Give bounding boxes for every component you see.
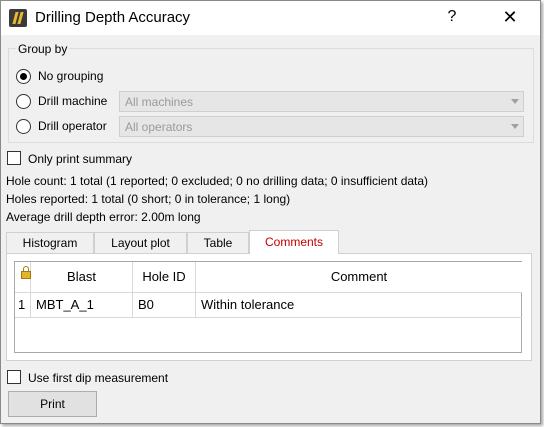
group-by-label: Group by (16, 42, 70, 56)
cell-hole-id[interactable]: B0 (133, 293, 196, 318)
app-logo-icon (9, 9, 27, 27)
use-first-dip-label: Use first dip measurement (28, 371, 169, 385)
help-button[interactable]: ? (437, 7, 467, 27)
avg-error-text: Average drill depth error: 2.00m long (6, 210, 201, 224)
title-bar: Drilling Depth Accuracy ? ✕ (1, 1, 540, 35)
row-index: 1 (15, 293, 31, 318)
chevron-down-icon (511, 124, 519, 129)
comments-table[interactable]: Blast Hole ID Comment 1 MBT_A_1 B0 Withi… (14, 261, 522, 353)
close-button[interactable]: ✕ (495, 7, 525, 27)
window-title: Drilling Depth Accuracy (35, 9, 191, 26)
column-header-hole-id[interactable]: Hole ID (133, 262, 196, 293)
lock-icon (21, 266, 31, 279)
column-header-comment[interactable]: Comment (196, 262, 522, 293)
radio-button[interactable] (16, 69, 31, 84)
column-header-blast[interactable]: Blast (31, 262, 133, 293)
only-print-summary-label: Only print summary (28, 152, 133, 166)
radio-button[interactable] (16, 119, 31, 134)
drill-operator-select-value: All operators (125, 120, 193, 134)
drill-operator-select[interactable]: All operators (119, 116, 524, 137)
tab-histogram[interactable]: Histogram (6, 232, 94, 253)
cell-blast[interactable]: MBT_A_1 (31, 293, 133, 318)
tab-comments[interactable]: Comments (249, 230, 339, 254)
cell-comment[interactable]: Within tolerance (196, 293, 522, 318)
tab-layout-plot[interactable]: Layout plot (94, 232, 187, 253)
drill-machine-select-value: All machines (125, 95, 194, 109)
radio-label: Drill machine (38, 94, 108, 108)
hole-count-text: Hole count: 1 total (1 reported; 0 exclu… (6, 174, 429, 188)
use-first-dip-checkbox[interactable] (7, 370, 21, 384)
dialog-window: Drilling Depth Accuracy ? ✕ Group by No … (0, 0, 541, 424)
radio-button[interactable] (16, 94, 31, 109)
only-print-summary-checkbox[interactable] (7, 151, 21, 165)
tab-table[interactable]: Table (187, 232, 249, 253)
radio-label: No grouping (38, 69, 104, 83)
chevron-down-icon (511, 99, 519, 104)
radio-label: Drill operator (38, 119, 107, 133)
print-button[interactable]: Print (8, 391, 97, 417)
holes-reported-text: Holes reported: 1 total (0 short; 0 in t… (6, 192, 291, 206)
drill-machine-select[interactable]: All machines (119, 91, 524, 112)
lock-column-header[interactable] (15, 262, 31, 293)
